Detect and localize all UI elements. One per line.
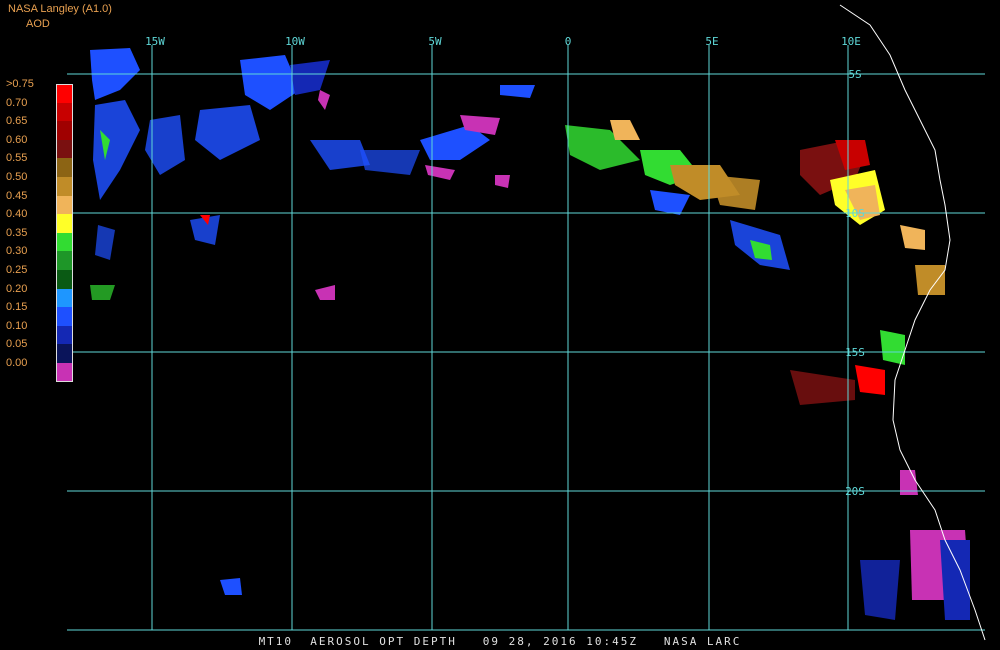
lon-label: 10E — [841, 35, 861, 48]
lon-label: 10W — [285, 35, 305, 48]
legend-label: 0.25 — [6, 264, 28, 276]
legend-label: 0.70 — [6, 96, 28, 109]
footer-caption: MT10 AEROSOL OPT DEPTH 09 28, 2016 10:45… — [258, 635, 742, 648]
longitude-labels: 15W 10W 5W 0 5E 10E — [145, 35, 861, 48]
aerosol-swath — [90, 48, 970, 620]
legend-frame — [56, 84, 73, 382]
legend-label: 0.00 — [6, 357, 28, 369]
legend-label: >0.75 — [6, 78, 34, 90]
legend-label: 0.15 — [6, 301, 28, 314]
legend-unit: AOD — [26, 18, 50, 30]
lat-label: 15S — [845, 346, 865, 359]
lat-label: 20S — [845, 485, 865, 498]
lon-label: 5E — [705, 35, 718, 48]
lon-label: 0 — [565, 35, 572, 48]
legend-label: 0.60 — [6, 133, 28, 146]
lat-label: 10S — [845, 207, 865, 220]
legend-label: 0.55 — [6, 152, 28, 165]
legend-label: 0.05 — [6, 338, 28, 351]
legend-label: 0.40 — [6, 208, 28, 221]
legend-title: NASA Langley (A1.0) — [8, 3, 112, 15]
legend-label: 0.65 — [6, 115, 28, 128]
lon-label: 5W — [428, 35, 442, 48]
legend-label: 0.10 — [6, 319, 28, 332]
aod-map: 15W 10W 5W 0 5E 10E 5S 10S 15S 20S — [67, 4, 986, 641]
legend-label: 0.45 — [6, 189, 28, 202]
legend-label: 0.35 — [6, 226, 28, 239]
legend-label: 0.30 — [6, 245, 28, 258]
legend-label: 0.50 — [6, 171, 28, 183]
legend-label: 0.20 — [6, 282, 28, 295]
lat-label: 5S — [848, 68, 861, 81]
lon-label: 15W — [145, 35, 165, 48]
